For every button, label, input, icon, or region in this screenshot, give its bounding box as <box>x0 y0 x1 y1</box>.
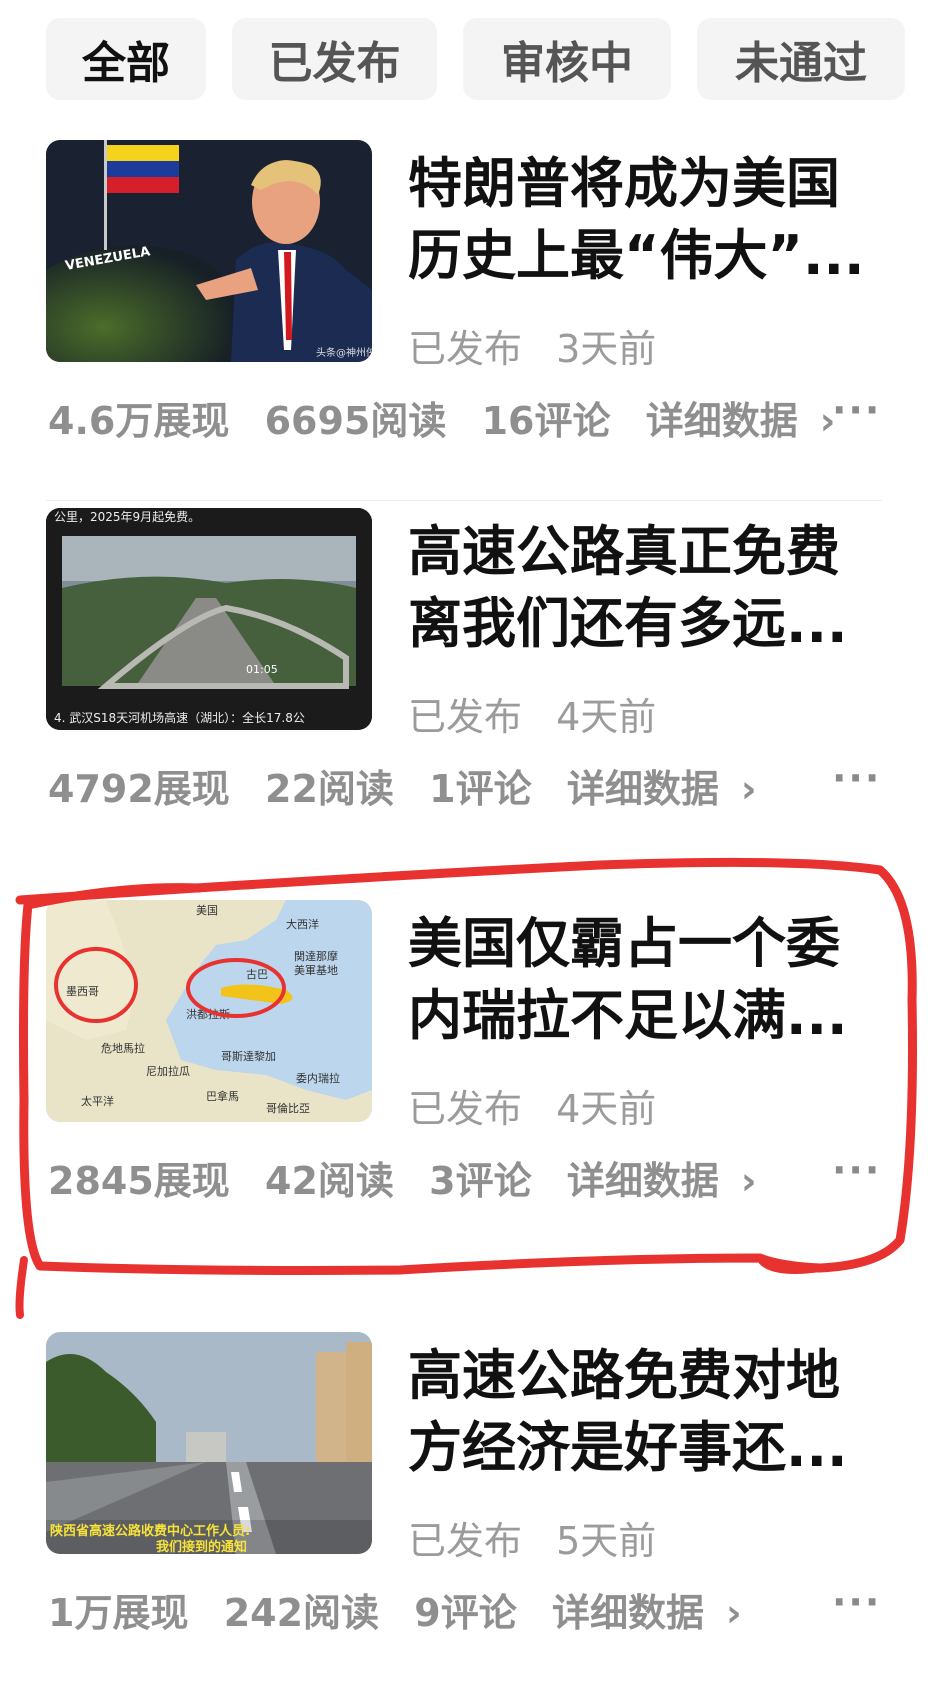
thumbnail-image: 陕西省高速公路收费中心工作人员: 我们接到的通知 <box>46 1332 372 1554</box>
more-icon[interactable]: ··· <box>832 1580 881 1624</box>
chevron-right-icon: › <box>725 1591 742 1635</box>
thumb-caption-line1: 陕西省高速公路收费中心工作人员: <box>50 1523 250 1539</box>
time-label: 5天前 <box>556 1519 657 1563</box>
comments-count: 9评论 <box>414 1591 517 1635</box>
article-stats: 1万展现 242阅读 9评论 详细数据 › <box>48 1582 786 1637</box>
article-meta: 已发布 5天前 <box>408 1510 656 1565</box>
status-label: 已发布 <box>408 1519 523 1563</box>
thumb-caption-line2: 我们接到的通知 <box>156 1539 247 1554</box>
article-thumbnail[interactable]: 陕西省高速公路收费中心工作人员: 我们接到的通知 <box>46 1332 372 1554</box>
impressions-count: 1万展现 <box>48 1591 189 1635</box>
article-title[interactable]: 高速公路免费对地 方经济是好事还... <box>408 1340 878 1484</box>
reads-count: 242阅读 <box>223 1591 380 1635</box>
detail-data-link[interactable]: 详细数据 › <box>552 1591 764 1635</box>
